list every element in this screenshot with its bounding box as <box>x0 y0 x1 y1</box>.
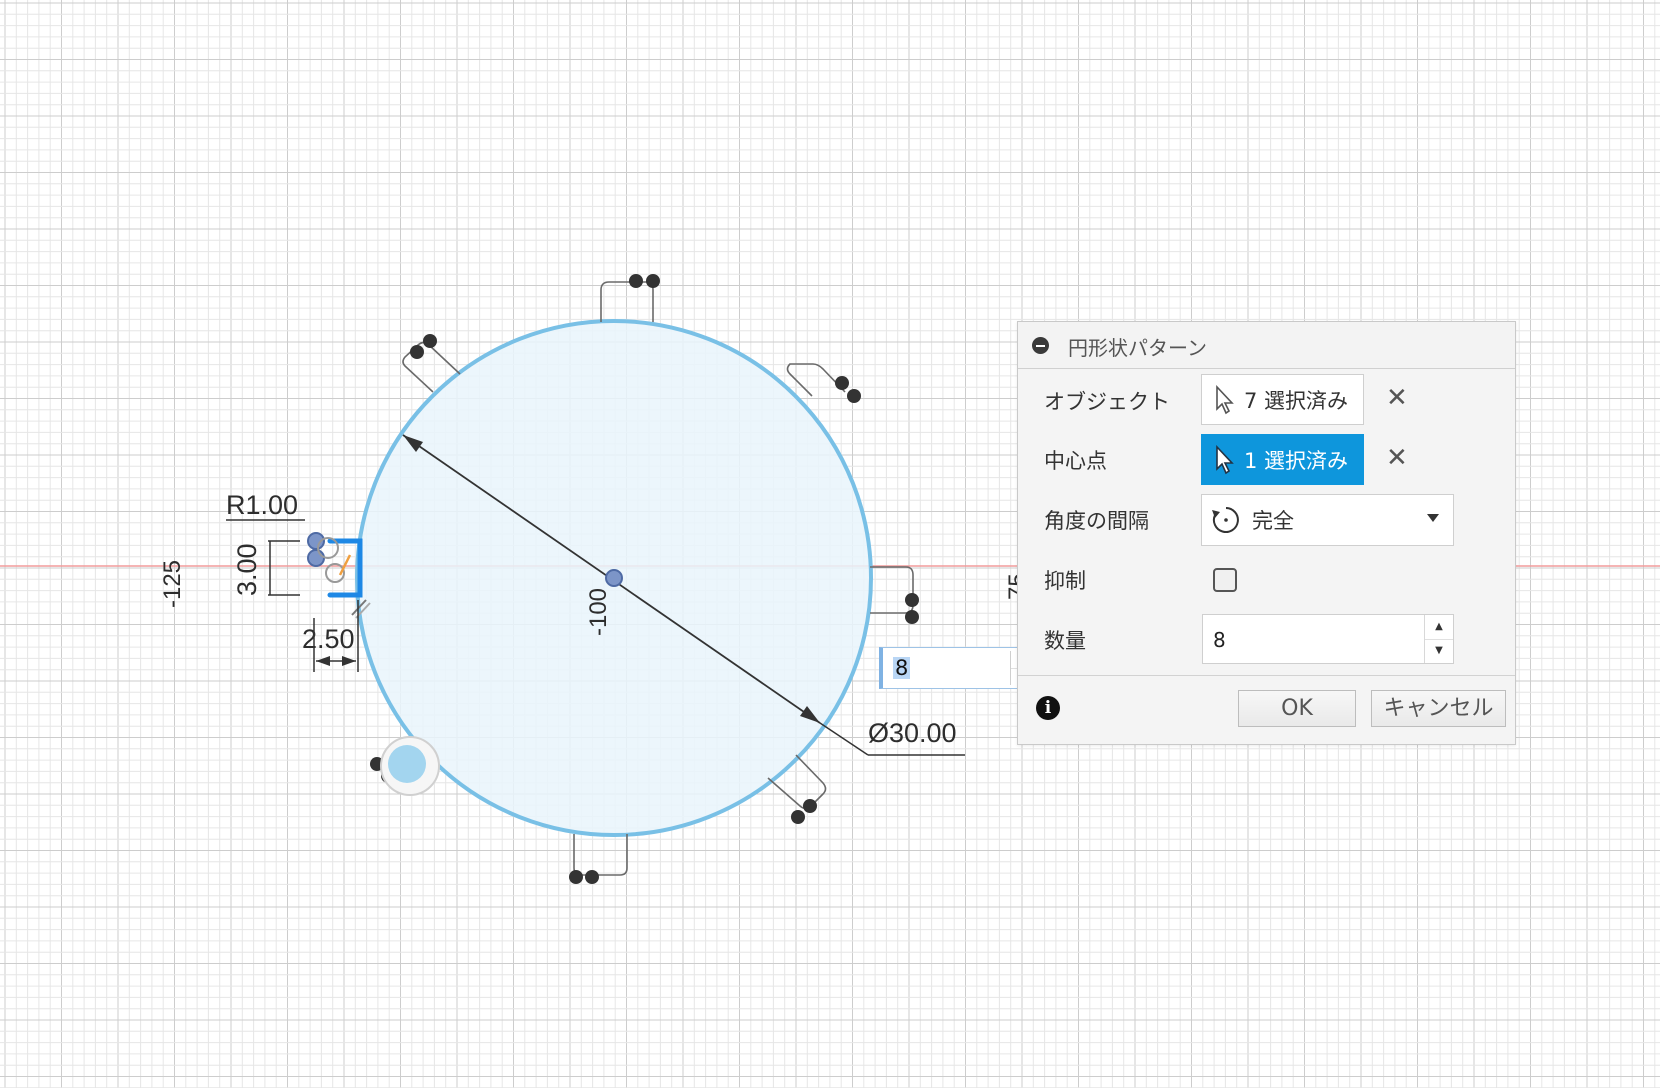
center-selection-text: 1 選択済み <box>1244 448 1349 473</box>
object-select-button[interactable]: 7 選択済み <box>1201 374 1364 425</box>
angle-spacing-dropdown[interactable]: 完全 <box>1201 494 1454 546</box>
cancel-button[interactable]: キャンセル <box>1371 690 1506 727</box>
object-selection-text: 7 選択済み <box>1244 388 1349 413</box>
diameter-label[interactable]: Ø30.00 <box>868 718 957 748</box>
dialog-footer-divider <box>1018 675 1515 676</box>
angle-spacing-value: 完全 <box>1252 509 1294 533</box>
clear-object-button[interactable]: ✕ <box>1386 383 1408 413</box>
quantity-label: 数量 <box>1044 629 1086 653</box>
clear-center-point-button[interactable]: ✕ <box>1386 443 1408 473</box>
quantity-increment-button[interactable]: ▲ <box>1425 615 1453 640</box>
angle-spacing-label: 角度の間隔 <box>1044 509 1149 533</box>
quantity-stepper[interactable]: ▲ ▼ <box>1424 615 1453 663</box>
suppress-label: 抑制 <box>1044 569 1086 593</box>
chevron-down-icon <box>1427 514 1439 522</box>
radius-dimension[interactable]: R1.00 <box>226 490 298 520</box>
inline-count-value[interactable]: 8 <box>893 657 911 679</box>
select-cursor-icon <box>1216 384 1234 414</box>
info-icon[interactable]: i <box>1036 696 1060 720</box>
select-cursor-icon <box>1216 444 1234 474</box>
dialog-title: 円形状パターン <box>1068 336 1207 360</box>
rotation-icon <box>1212 507 1239 533</box>
axis-label-neg125: -125 <box>159 560 186 608</box>
suppress-checkbox[interactable] <box>1213 568 1237 592</box>
object-label: オブジェクト <box>1044 390 1170 414</box>
quantity-decrement-button[interactable]: ▼ <box>1425 639 1453 663</box>
center-point-label: 中心点 <box>1044 449 1107 473</box>
axis-label-neg100: -100 <box>585 588 612 636</box>
svg-text:3.00: 3.00 <box>232 543 262 596</box>
constraint-glyph[interactable] <box>380 736 440 796</box>
ok-button[interactable]: OK <box>1238 690 1356 727</box>
center-point[interactable] <box>605 569 623 587</box>
quantity-input[interactable]: 8 ▲ ▼ <box>1202 614 1454 664</box>
circular-pattern-dialog: 円形状パターン オブジェクト 7 選択済み ✕ 中心点 1 選択済み ✕ 角度の… <box>1017 321 1516 745</box>
center-point-select-button[interactable]: 1 選択済み <box>1201 434 1364 485</box>
collapse-icon[interactable] <box>1032 337 1049 354</box>
dialog-header: 円形状パターン <box>1018 322 1515 369</box>
quantity-value[interactable]: 8 <box>1213 628 1226 652</box>
svg-text:2.50: 2.50 <box>302 624 355 654</box>
inline-count-input[interactable]: 8 ▲ ▼ <box>879 647 1039 689</box>
